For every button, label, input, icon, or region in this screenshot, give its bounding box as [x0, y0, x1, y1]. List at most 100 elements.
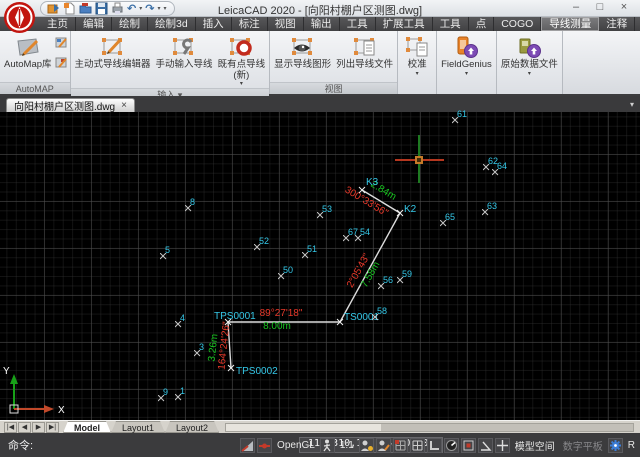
scale-toggle[interactable]: 1:1: [337, 440, 357, 451]
workspace-icon[interactable]: [47, 2, 60, 15]
minimize-button[interactable]: –: [564, 0, 588, 15]
survey-point-8[interactable]: 8: [188, 208, 189, 209]
opengl-toggle[interactable]: OpenGL: [274, 440, 318, 451]
dropdown-caret-icon[interactable]: ▾: [416, 71, 419, 78]
doc-tabbar-menu-caret-icon[interactable]: ▾: [630, 98, 634, 112]
maximize-button[interactable]: □: [588, 0, 612, 15]
undo-caret-icon[interactable]: ▾: [139, 6, 142, 12]
angle-icon[interactable]: [478, 438, 493, 453]
polar-icon[interactable]: [444, 438, 459, 453]
drawing-canvas[interactable]: 300°33'56"2.84m2°05'43"7.58m89°27'18"8.0…: [0, 112, 640, 420]
ribbon-tab-注释[interactable]: 注释: [599, 17, 635, 31]
ribbon-button-AutoMap库[interactable]: AutoMap库: [2, 32, 54, 71]
dropdown-caret-icon[interactable]: ▾: [528, 71, 531, 78]
survey-point-65[interactable]: 65: [443, 223, 444, 224]
qat-menu-caret-icon[interactable]: ▾: [163, 6, 166, 12]
layout-tab-Model[interactable]: Model: [63, 421, 111, 433]
redo-caret-icon[interactable]: ▾: [157, 6, 160, 12]
ortho-icon[interactable]: [427, 438, 442, 453]
ribbon-button-FieldGenius[interactable]: FieldGenius▾: [439, 32, 494, 78]
new-file-button[interactable]: [63, 2, 76, 15]
undo-button[interactable]: ↶: [127, 3, 136, 14]
osnap-icon[interactable]: [461, 438, 476, 453]
ribbon-tab-扩展工具[interactable]: 扩展工具: [376, 17, 433, 31]
map-small-a-icon[interactable]: [55, 36, 68, 54]
ribbon-button-列出导线文件[interactable]: 列出导线文件: [334, 32, 395, 71]
tab-first-icon[interactable]: |◀: [4, 422, 17, 433]
ribbon-tab-编辑[interactable]: 编辑: [76, 17, 112, 31]
dropdown-caret-icon[interactable]: ▾: [465, 71, 468, 78]
survey-point-63[interactable]: 63: [485, 212, 486, 213]
open-file-button[interactable]: [79, 2, 92, 15]
plot-button[interactable]: [111, 2, 124, 15]
horizontal-scrollbar[interactable]: [225, 423, 634, 432]
ribbon-tab-标注[interactable]: 标注: [232, 17, 268, 31]
app-logo-icon[interactable]: [3, 1, 36, 34]
station-marker-K2[interactable]: [397, 210, 403, 216]
survey-point-59[interactable]: 59: [400, 280, 401, 281]
survey-point-1[interactable]: 1: [178, 397, 179, 398]
survey-point-50[interactable]: 50: [281, 276, 282, 277]
save-button[interactable]: [95, 2, 108, 15]
dropdown-caret-icon[interactable]: ▾: [240, 81, 243, 88]
command-line[interactable]: 命令:: [0, 437, 33, 453]
survey-point-51[interactable]: 51: [305, 255, 306, 256]
ribbon-button-校准[interactable]: 校准▾: [400, 32, 434, 78]
tab-last-icon[interactable]: ▶|: [46, 422, 59, 433]
document-tab-close-icon[interactable]: ×: [121, 100, 127, 111]
gear-icon[interactable]: [608, 438, 623, 453]
ribbon-tab-工具[interactable]: 工具: [340, 17, 376, 31]
scrollbar-thumb[interactable]: [226, 424, 381, 431]
ribbon-tab-导线测量[interactable]: 导线测量: [541, 17, 599, 31]
ribbon-button-既有点导线(新)[interactable]: 既有点导线(新)▾: [216, 32, 268, 88]
grid-snap-icon[interactable]: [393, 438, 408, 453]
tab-next-icon[interactable]: ▶: [32, 422, 45, 433]
tablet-toggle[interactable]: 数字平板: [560, 438, 606, 453]
survey-point-4[interactable]: 4: [178, 324, 179, 325]
close-button[interactable]: ×: [612, 0, 636, 15]
ribbon-tab-主页[interactable]: 主页: [40, 17, 76, 31]
ribbon-tab-插入[interactable]: 插入: [196, 17, 232, 31]
ribbon-button-显示导线图形[interactable]: 显示导线图形: [272, 32, 333, 71]
document-tab[interactable]: 向阳村棚户区测图.dwg ×: [6, 98, 135, 112]
ribbon-tab-建模[interactable]: 建模: [635, 17, 640, 31]
ribbon-button-原始数据文件[interactable]: 原始数据文件▾: [499, 32, 560, 78]
survey-point-61[interactable]: 61: [455, 120, 456, 121]
survey-point-56[interactable]: 56: [381, 286, 382, 287]
tab-prev-icon[interactable]: ◀: [18, 422, 31, 433]
layout-tab-Layout2[interactable]: Layout2: [165, 421, 219, 433]
survey-point-64[interactable]: 64: [495, 172, 496, 173]
model-space-toggle[interactable]: 模型空间: [512, 438, 558, 453]
ribbon-button-手动输入导线[interactable]: 手动输入导线: [154, 32, 215, 71]
r-indicator[interactable]: R: [625, 440, 638, 451]
section-icon[interactable]: [257, 438, 272, 453]
survey-point-9[interactable]: 9: [161, 398, 162, 399]
survey-point-52[interactable]: 52: [257, 247, 258, 248]
ribbon-group-视图: 显示导线图形列出导线文件视图: [270, 31, 398, 94]
ribbon-tab-视图[interactable]: 视图: [268, 17, 304, 31]
ribbon-tab-工具[interactable]: 工具: [433, 17, 469, 31]
walker-icon[interactable]: [320, 438, 335, 453]
user-star-icon[interactable]: [359, 438, 374, 453]
survey-point-3[interactable]: 3: [197, 353, 198, 354]
survey-point-54[interactable]: 54: [358, 238, 359, 239]
survey-point-5[interactable]: 5: [163, 256, 164, 257]
map-small-b-icon[interactable]: [55, 56, 68, 74]
user-edit-icon[interactable]: [376, 438, 391, 453]
survey-point-58[interactable]: 58: [375, 317, 376, 318]
ribbon-tab-绘制3d[interactable]: 绘制3d: [148, 17, 196, 31]
traverse-drawing[interactable]: 300°33'56"2.84m2°05'43"7.58m89°27'18"8.0…: [0, 112, 640, 420]
ribbon-tab-COGO[interactable]: COGO: [494, 17, 541, 31]
redo-button[interactable]: ↷: [145, 3, 154, 14]
crosshair-icon[interactable]: [495, 438, 510, 453]
ribbon-tab-点[interactable]: 点: [469, 17, 495, 31]
ucs-toggle-icon[interactable]: [240, 438, 255, 453]
survey-point-62[interactable]: 62: [486, 167, 487, 168]
survey-point-53[interactable]: 53: [320, 215, 321, 216]
ribbon-tab-绘制[interactable]: 绘制: [112, 17, 148, 31]
survey-point-67[interactable]: 67: [346, 238, 347, 239]
ribbon-button-主动式导线编辑器[interactable]: 主动式导线编辑器: [73, 32, 153, 71]
ribbon-tab-输出[interactable]: 输出: [304, 17, 340, 31]
grid-icon[interactable]: [410, 438, 425, 453]
layout-tab-Layout1[interactable]: Layout1: [111, 421, 165, 433]
